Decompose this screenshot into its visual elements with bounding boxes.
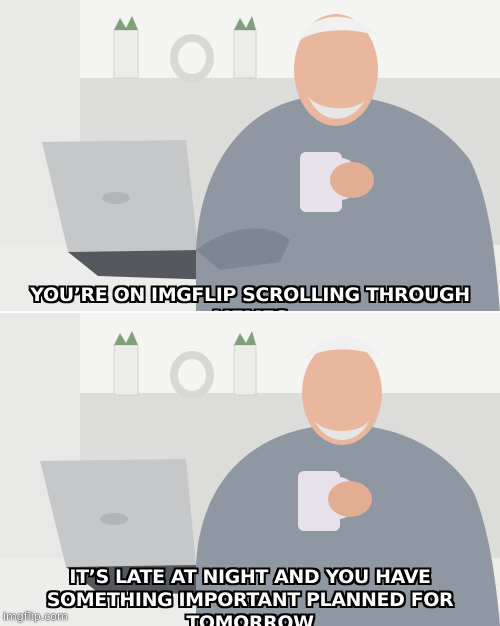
bottom-caption-line-2: SOMETHING IMPORTANT PLANNED FOR TOMORROW [46, 589, 454, 626]
bottom-panel-photo: IT’S LATE AT NIGHT AND YOU HAVE SOMETHIN… [0, 313, 500, 626]
meme-image: YOU’RE ON IMGFLIP SCROLLING THROUGH MEME… [0, 0, 500, 626]
top-panel-photo: YOU’RE ON IMGFLIP SCROLLING THROUGH MEME… [0, 0, 500, 313]
top-panel-illustration [0, 0, 500, 313]
bottom-caption-line-1: IT’S LATE AT NIGHT AND YOU HAVE [69, 566, 431, 588]
top-caption: YOU’RE ON IMGFLIP SCROLLING THROUGH MEME… [30, 284, 470, 313]
imgflip-watermark: imgflip.com [3, 610, 68, 623]
bottom-caption: IT’S LATE AT NIGHT AND YOU HAVE SOMETHIN… [0, 566, 500, 626]
